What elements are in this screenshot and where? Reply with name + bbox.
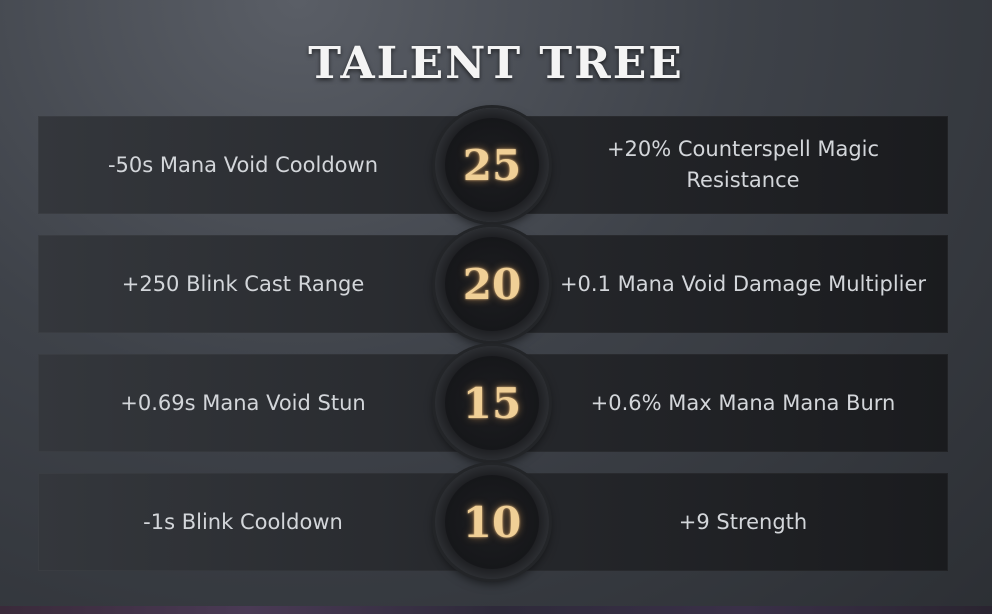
talent-row-20: +250 Blink Cast Range +0.1 Mana Void Dam… bbox=[38, 227, 948, 341]
level-number: 15 bbox=[462, 378, 522, 428]
talent-row-10: -1s Blink Cooldown +9 Strength 10 bbox=[38, 465, 948, 579]
talent-right-option[interactable]: +20% Counterspell Magic Resistance bbox=[538, 116, 948, 214]
level-badge-inner: 25 bbox=[445, 118, 539, 212]
level-number: 25 bbox=[462, 140, 522, 190]
talent-right-option[interactable]: +9 Strength bbox=[538, 473, 948, 571]
level-badge: 10 bbox=[435, 465, 549, 579]
level-badge-inner: 10 bbox=[445, 475, 539, 569]
talent-left-option[interactable]: +0.69s Mana Void Stun bbox=[38, 354, 448, 452]
level-badge: 25 bbox=[435, 108, 549, 222]
talent-tree-title: TALENT TREE bbox=[308, 38, 684, 89]
level-badge: 15 bbox=[435, 346, 549, 460]
level-badge-inner: 15 bbox=[445, 356, 539, 450]
level-number: 10 bbox=[462, 497, 522, 547]
talent-row-15: +0.69s Mana Void Stun +0.6% Max Mana Man… bbox=[38, 346, 948, 460]
talent-row-25: -50s Mana Void Cooldown +20% Counterspel… bbox=[38, 108, 948, 222]
level-number: 20 bbox=[462, 259, 522, 309]
talent-left-option[interactable]: -50s Mana Void Cooldown bbox=[38, 116, 448, 214]
level-badge: 20 bbox=[435, 227, 549, 341]
background-artwork-strip bbox=[0, 606, 992, 614]
talent-right-option[interactable]: +0.6% Max Mana Mana Burn bbox=[538, 354, 948, 452]
talent-left-option[interactable]: -1s Blink Cooldown bbox=[38, 473, 448, 571]
talent-left-option[interactable]: +250 Blink Cast Range bbox=[38, 235, 448, 333]
level-badge-inner: 20 bbox=[445, 237, 539, 331]
talent-right-option[interactable]: +0.1 Mana Void Damage Multiplier bbox=[538, 235, 948, 333]
